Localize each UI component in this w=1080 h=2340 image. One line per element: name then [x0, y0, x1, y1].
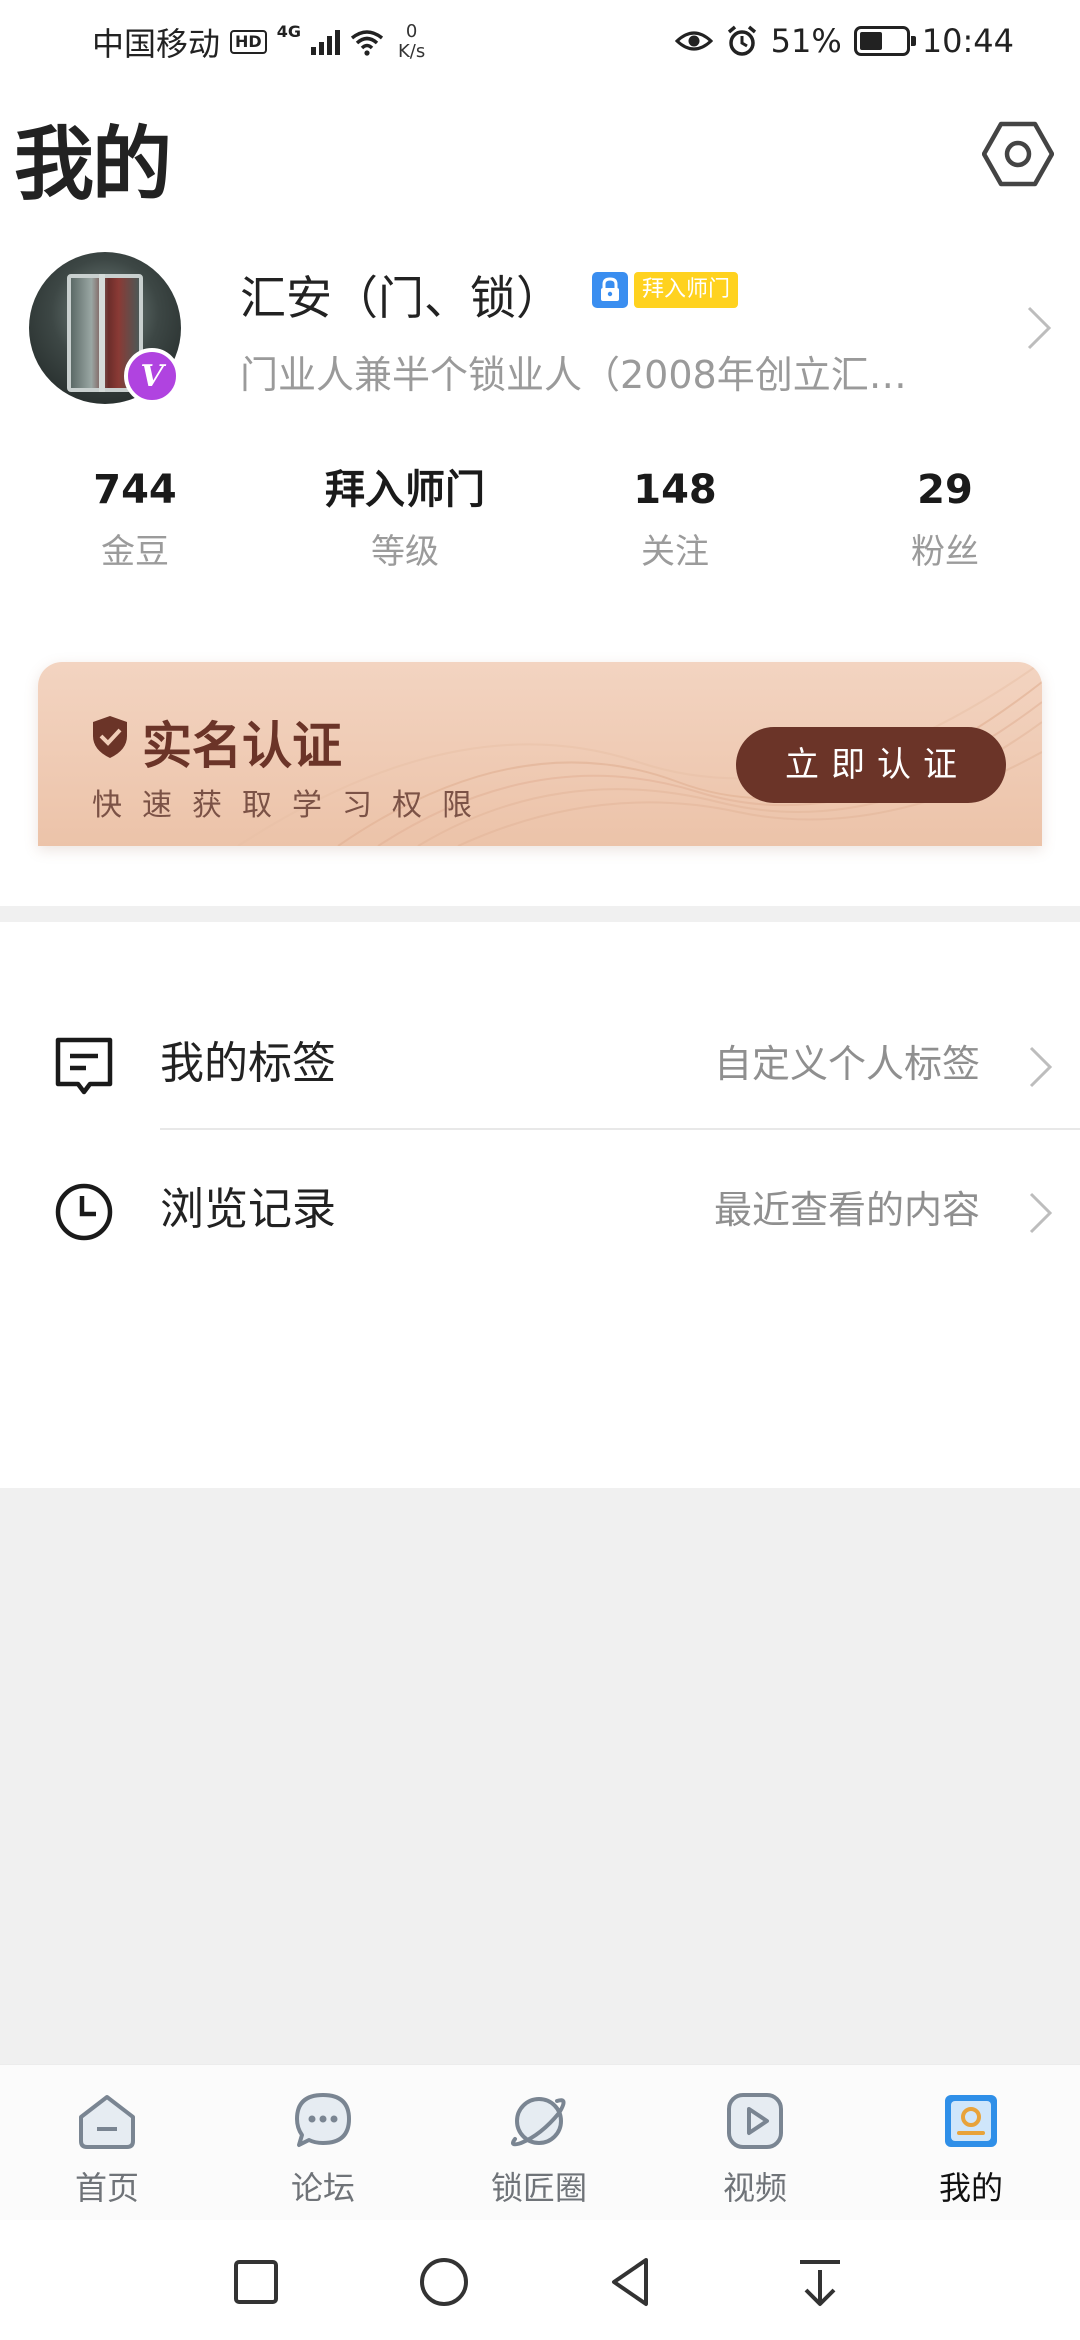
menu-hint: 最近查看的内容	[713, 1188, 980, 1232]
stat-level[interactable]: 拜入师门 等级	[305, 462, 505, 573]
carrier-name: 中国移动	[92, 25, 221, 63]
play-icon	[727, 2093, 783, 2149]
menu-label: 浏览记录	[160, 1184, 336, 1235]
profile-bio: 门业人兼半个锁业人（2008年创立汇…	[240, 353, 907, 397]
status-bar: 中国移动 HD 4G 0 K/s 51% 10:44	[0, 0, 1080, 84]
chevron-right-icon	[1029, 1192, 1053, 1234]
verify-now-button[interactable]: 立即认证	[736, 727, 1006, 803]
status-left: 中国移动 HD 4G 0 K/s	[92, 20, 425, 64]
menu-hint: 自定义个人标签	[713, 1042, 980, 1086]
eye-icon	[674, 31, 713, 51]
profile-page: 中国移动 HD 4G 0 K/s 51% 10:44 我的 V 汇安（门、锁） …	[0, 0, 1080, 2340]
tab-label: 锁匠圈	[490, 2169, 587, 2207]
network-speed: 0 K/s	[398, 22, 425, 62]
tab-video[interactable]: 视频	[675, 2089, 835, 2209]
hd-indicator: HD	[230, 30, 267, 54]
chevron-right-icon	[1029, 1046, 1053, 1088]
back-triangle-icon[interactable]	[602, 2252, 662, 2312]
verify-title: 实名认证	[142, 717, 342, 775]
tab-home[interactable]: 首页	[27, 2089, 187, 2209]
tab-locksmith-circle[interactable]: 锁匠圈	[459, 2089, 619, 2209]
stat-label: 粉丝	[911, 532, 979, 572]
profile-icon	[945, 2095, 997, 2147]
settings-button[interactable]	[978, 114, 1058, 194]
chat-bubble-icon	[295, 2093, 351, 2147]
menu-item-my-tags[interactable]: 我的标签 自定义个人标签	[0, 984, 1080, 1130]
tab-label: 论坛	[290, 2169, 355, 2207]
battery-icon	[853, 26, 916, 56]
planet-icon	[511, 2097, 566, 2147]
alarm-icon	[727, 25, 756, 56]
verify-subtitle: 快速获取学习权限	[92, 788, 492, 823]
status-right: 51% 10:44	[674, 18, 1014, 64]
stat-value: 29	[917, 467, 973, 513]
stat-following[interactable]: 148 关注	[575, 462, 775, 573]
stat-value: 拜入师门	[325, 467, 485, 513]
notification-pulldown-icon[interactable]	[790, 2252, 850, 2312]
stat-label: 等级	[371, 532, 439, 572]
battery-percent: 51%	[770, 22, 842, 60]
home-circle-icon[interactable]	[414, 2252, 474, 2312]
home-icon	[79, 2095, 135, 2149]
battery-level-fill	[859, 32, 882, 50]
network-speed-unit: K/s	[397, 41, 426, 62]
stat-value: 148	[633, 467, 717, 513]
page-title: 我的	[14, 118, 172, 211]
stat-value: 744	[93, 467, 177, 513]
menu-item-browse-history[interactable]: 浏览记录 最近查看的内容	[0, 1130, 1080, 1276]
tab-label: 我的	[938, 2169, 1003, 2207]
stat-label: 关注	[641, 532, 709, 572]
network-type: 4G	[276, 22, 301, 41]
stat-gold-beans[interactable]: 744 金豆	[35, 462, 235, 573]
signal-icon	[310, 29, 340, 55]
stats-row: 744 金豆 拜入师门 等级 148 关注 29 粉丝	[0, 462, 1080, 582]
network-speed-value: 0	[405, 21, 418, 42]
tab-mine[interactable]: 我的	[891, 2089, 1051, 2209]
empty-background	[0, 1488, 1080, 2064]
lock-icon	[592, 272, 628, 308]
level-badge: 拜入师门	[634, 272, 739, 308]
system-nav-bar	[0, 2220, 1080, 2340]
stat-label: 金豆	[101, 532, 169, 572]
menu-label: 我的标签	[160, 1038, 336, 1089]
clock-icon	[55, 1183, 113, 1241]
verified-v-badge: V	[124, 348, 180, 404]
tab-label: 首页	[74, 2169, 139, 2207]
chevron-right-icon[interactable]	[1024, 304, 1054, 352]
bottom-tab-bar: 首页 论坛 锁匠圈 视频 我的	[0, 2064, 1080, 2220]
stat-followers[interactable]: 29 粉丝	[845, 462, 1045, 573]
recent-apps-icon[interactable]	[226, 2252, 286, 2312]
tag-icon	[55, 1037, 113, 1095]
clock-time: 10:44	[921, 22, 1014, 60]
shield-check-icon	[93, 716, 127, 758]
tab-label: 视频	[722, 2169, 787, 2207]
profile-name: 汇安（门、锁）	[240, 271, 562, 325]
settings-hexagon-icon	[982, 121, 1054, 187]
section-divider	[0, 906, 1080, 922]
real-name-verify-card[interactable]: 实名认证 快速获取学习权限 立即认证	[38, 662, 1042, 846]
tab-forum[interactable]: 论坛	[243, 2089, 403, 2209]
wifi-icon	[350, 30, 384, 56]
